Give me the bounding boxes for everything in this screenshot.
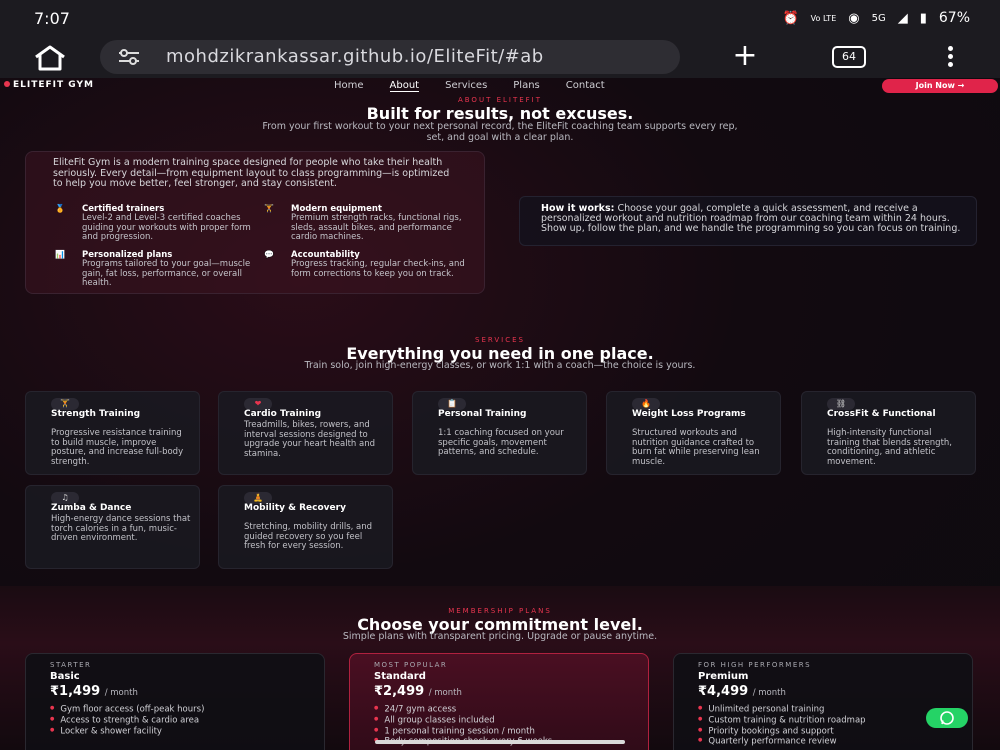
site-logo[interactable]: ELITEFIT GYM: [4, 80, 94, 90]
plan-feature: Quarterly performance review: [698, 736, 968, 747]
plan-tier: FOR HIGH PERFORMERS: [698, 661, 812, 669]
plan-feature: Locker & shower facility: [50, 726, 320, 737]
service-desc: 1:1 coaching focused on your specific go…: [438, 428, 564, 457]
service-desc: High-energy dance sessions that torch ca…: [51, 514, 191, 543]
logo-dot-icon: [4, 81, 10, 87]
status-bar: 7:07 ⏰ Vo LTE ◉ 5G ◢ ▮ 67%: [0, 0, 1000, 38]
feature-desc: Premium strength racks, functional rigs,…: [291, 213, 462, 242]
service-title: Zumba & Dance: [51, 503, 132, 513]
feature-desc: Progress tracking, regular check-ins, an…: [291, 259, 465, 279]
website: ELITEFIT GYM Home About Services Plans C…: [0, 78, 1000, 750]
how-it-works-card: How it works: Choose your goal, complete…: [519, 196, 977, 246]
plan-price: ₹2,499 / month: [374, 684, 462, 699]
plan-features: Gym floor access (off-peak hours) Access…: [50, 704, 320, 736]
how-it-works-text: How it works: Choose your goal, complete…: [541, 204, 961, 234]
plan-card-standard[interactable]: MOST POPULAR Standard ₹2,499 / month 24/…: [349, 653, 649, 750]
plan-name: Standard: [374, 671, 426, 682]
logo-text: ELITEFIT GYM: [13, 80, 94, 90]
home-icon[interactable]: [32, 44, 68, 72]
plan-name: Basic: [50, 671, 80, 682]
network-type: 5G: [871, 12, 886, 24]
tab-switcher-button[interactable]: 64: [832, 46, 866, 68]
dumbbell-icon: 🏋: [264, 204, 274, 213]
signal-icon: ◢: [897, 10, 908, 26]
service-card-personal-training[interactable]: 📋 Personal Training 1:1 coaching focused…: [412, 391, 587, 475]
plan-card-basic[interactable]: STARTER Basic ₹1,499 / month Gym floor a…: [25, 653, 325, 750]
services-subtitle: Train solo, join high-energy classes, or…: [304, 360, 696, 371]
plan-price-amount: ₹1,499: [50, 684, 101, 699]
new-tab-icon[interactable]: +: [727, 41, 763, 71]
nav-link-services[interactable]: Services: [445, 80, 487, 92]
nav-link-home[interactable]: Home: [334, 80, 364, 92]
nav-link-contact[interactable]: Contact: [566, 80, 605, 92]
battery-percent: 67%: [938, 10, 970, 26]
service-desc: High-intensity functional training that …: [827, 428, 952, 467]
service-title: Weight Loss Programs: [632, 409, 746, 419]
hotspot-icon: ◉: [848, 10, 860, 26]
whatsapp-icon: [940, 711, 954, 725]
plan-feature: Access to strength & cardio area: [50, 715, 320, 726]
feature-desc: Level-2 and Level-3 certified coaches gu…: [82, 213, 251, 242]
service-title: Cardio Training: [244, 409, 322, 419]
url-text[interactable]: mohdzikrankassar.github.io/EliteFit/#ab: [166, 46, 666, 67]
service-card-cardio[interactable]: ❤ Cardio Training Treadmills, bikes, row…: [218, 391, 393, 475]
about-intro: EliteFit Gym is a modern training space …: [53, 157, 450, 189]
chart-icon: 📊: [55, 250, 65, 259]
service-desc: Stretching, mobility drills, and guided …: [244, 522, 373, 551]
plan-tier: STARTER: [50, 661, 92, 669]
membership-eyebrow: MEMBERSHIP PLANS: [448, 607, 552, 615]
whatsapp-chat-button[interactable]: [926, 708, 968, 728]
about-eyebrow: ABOUT ELITEFIT: [457, 96, 543, 104]
about-subtitle: From your first workout to your next per…: [262, 121, 738, 143]
plan-feature: All group classes included: [374, 715, 644, 726]
nav-link-plans[interactable]: Plans: [513, 80, 539, 92]
feature-desc: Programs tailored to your goal—muscle ga…: [82, 259, 251, 288]
plan-price-amount: ₹4,499: [698, 684, 749, 699]
plan-name: Premium: [698, 671, 749, 682]
service-card-strength[interactable]: 🏋 Strength Training Progressive resistan…: [25, 391, 200, 475]
battery-icon: ▮: [919, 10, 927, 26]
plan-feature: 24/7 gym access: [374, 704, 644, 715]
service-card-mobility[interactable]: 🧘 Mobility & Recovery Stretching, mobili…: [218, 485, 393, 569]
service-title: CrossFit & Functional: [827, 409, 936, 419]
plan-feature: 1 personal training session / month: [374, 726, 644, 737]
service-card-zumba[interactable]: ♫ Zumba & Dance High-energy dance sessio…: [25, 485, 200, 569]
service-desc: Structured workouts and nutrition guidan…: [632, 428, 760, 467]
site-settings-icon[interactable]: [118, 48, 140, 66]
nav-link-about[interactable]: About: [389, 80, 420, 92]
chat-icon: 💬: [264, 250, 274, 259]
alarm-icon: ⏰: [782, 10, 799, 26]
plan-price: ₹1,499 / month: [50, 684, 138, 699]
plan-period: / month: [104, 688, 138, 698]
plan-feature: Gym floor access (off-peak hours): [50, 704, 320, 715]
service-card-crossfit[interactable]: ⛓ CrossFit & Functional High-intensity f…: [801, 391, 976, 475]
volte-icon: Vo LTE: [810, 13, 837, 23]
service-title: Mobility & Recovery: [244, 503, 346, 513]
service-card-weight-loss[interactable]: 🔥 Weight Loss Programs Structured workou…: [606, 391, 781, 475]
service-desc: Treadmills, bikes, rowers, and interval …: [244, 420, 375, 459]
membership-subtitle: Simple plans with transparent pricing. U…: [342, 631, 658, 642]
plan-period: / month: [428, 688, 462, 698]
gesture-navigation-bar[interactable]: [375, 740, 625, 744]
services-eyebrow: SERVICES: [475, 336, 525, 344]
join-now-button[interactable]: Join Now →: [882, 79, 998, 93]
about-card: EliteFit Gym is a modern training space …: [25, 151, 485, 294]
service-desc: Progressive resistance training to build…: [51, 428, 184, 467]
service-title: Strength Training: [51, 409, 141, 419]
status-icons: ⏰ Vo LTE ◉ 5G ◢ ▮ 67%: [782, 10, 970, 26]
nav-links: Home About Services Plans Contact: [334, 80, 605, 92]
site-navbar: ELITEFIT GYM Home About Services Plans C…: [0, 78, 1000, 94]
status-time: 7:07: [34, 9, 70, 28]
url-bar[interactable]: mohdzikrankassar.github.io/EliteFit/#ab: [100, 40, 680, 74]
plan-period: / month: [752, 688, 786, 698]
service-title: Personal Training: [438, 409, 527, 419]
plan-tier: MOST POPULAR: [374, 661, 448, 669]
medal-icon: 🏅: [55, 204, 65, 213]
browser-toolbar: mohdzikrankassar.github.io/EliteFit/#ab …: [0, 38, 1000, 78]
plan-card-premium[interactable]: FOR HIGH PERFORMERS Premium ₹4,499 / mon…: [673, 653, 973, 750]
more-menu-icon[interactable]: [940, 46, 960, 70]
plan-price-amount: ₹2,499: [374, 684, 425, 699]
plan-price: ₹4,499 / month: [698, 684, 786, 699]
